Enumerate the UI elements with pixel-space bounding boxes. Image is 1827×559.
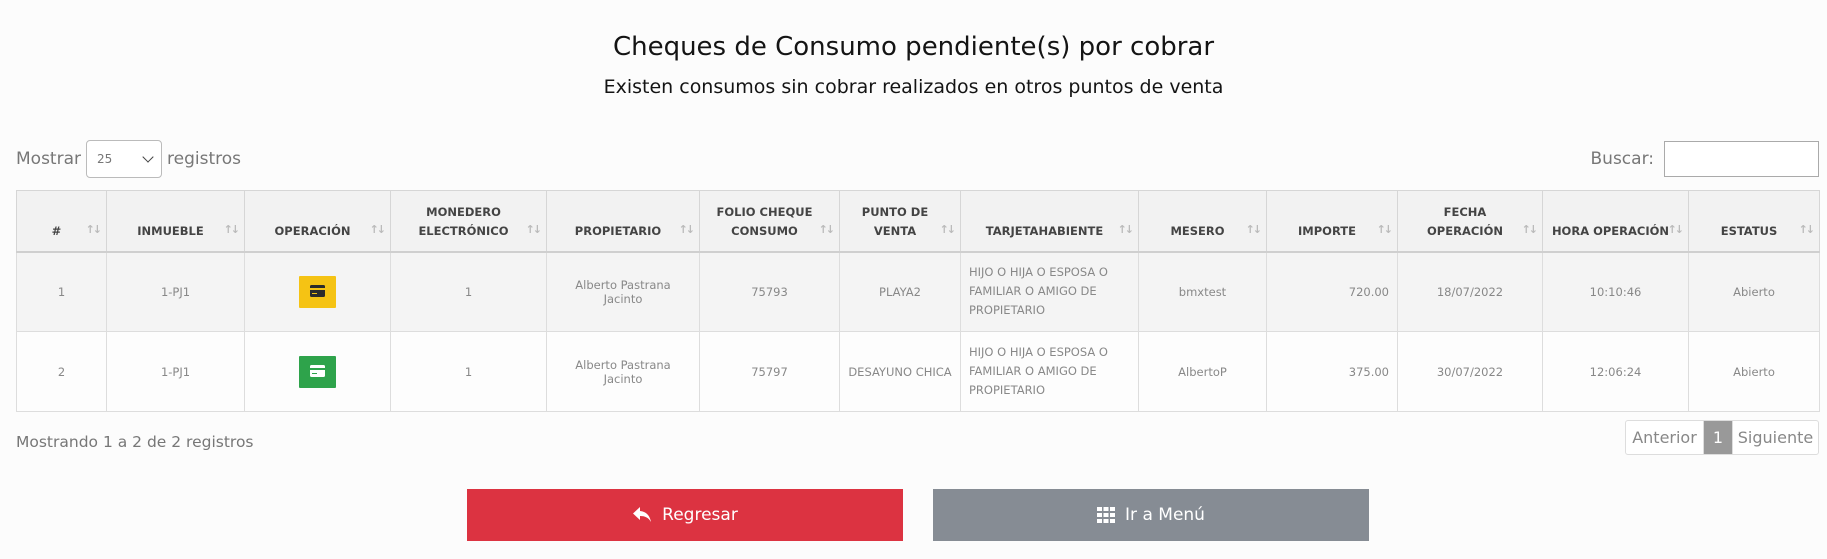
pagination-next[interactable]: Siguiente — [1732, 421, 1818, 454]
pagination-previous[interactable]: Anterior — [1626, 421, 1704, 454]
menu-button-label: Ir a Menú — [1125, 505, 1205, 525]
length-suffix-label: registros — [167, 149, 241, 169]
page-length-control: Mostrar 25 registros — [16, 140, 241, 178]
column-header-label: MONEDERO ELECTRÓNICO — [418, 204, 509, 238]
cell-fecha: 18/07/2022 — [1397, 251, 1543, 332]
column-header-punto-venta[interactable]: PUNTO DE VENTA ↑↓ — [839, 190, 961, 253]
grid-icon — [1097, 507, 1116, 523]
sort-icon: ↑↓ — [223, 222, 241, 236]
column-header-monedero[interactable]: MONEDERO ELECTRÓNICO ↑↓ — [390, 190, 547, 253]
cell-operacion — [244, 331, 391, 412]
cell-hora: 10:10:46 — [1542, 251, 1689, 332]
column-header-label: FOLIO CHEQUE CONSUMO — [716, 204, 813, 238]
cell-folio: 75793 — [699, 251, 840, 332]
page-length-value: 25 — [97, 152, 113, 166]
column-header-propietario[interactable]: PROPIETARIO ↑↓ — [546, 190, 700, 253]
cell-hora: 12:06:24 — [1542, 331, 1689, 412]
column-header-fecha[interactable]: FECHA OPERACIÓN ↑↓ — [1397, 190, 1543, 253]
sort-icon: ↑↓ — [525, 222, 543, 236]
column-header-mesero[interactable]: MESERO ↑↓ — [1138, 190, 1267, 253]
table-row: 1 1-PJ1 1 Alberto Pastrana Jacinto 75793… — [16, 251, 1820, 332]
cell-estatus: Abierto — [1688, 331, 1820, 412]
column-header-label: MESERO — [1170, 223, 1225, 238]
column-header-label: TARJETAHABIENTE — [985, 223, 1104, 238]
column-header-operacion[interactable]: OPERACIÓN ↑↓ — [244, 190, 391, 253]
column-header-label: INMUEBLE — [137, 223, 204, 238]
page-length-select[interactable]: 25 — [86, 140, 162, 178]
page-title: Cheques de Consumo pendiente(s) por cobr… — [612, 32, 1215, 62]
sort-icon: ↑↓ — [939, 222, 957, 236]
cell-monedero: 1 — [390, 331, 547, 412]
cell-importe: 375.00 — [1266, 331, 1398, 412]
column-header-folio[interactable]: FOLIO CHEQUE CONSUMO ↑↓ — [699, 190, 840, 253]
table-header-row: # ↑↓ INMUEBLE ↑↓ OPERACIÓN ↑↓ MONEDERO ELEC… — [16, 190, 1820, 253]
cell-tarjetahabiente: HIJO O HIJA O ESPOSA O FAMILIAR O AMIGO … — [960, 251, 1139, 332]
search-label: Buscar: — [1590, 149, 1654, 169]
search-control: Buscar: — [1591, 140, 1819, 178]
column-header-label: OPERACIÓN — [274, 223, 351, 238]
cell-punto-venta: PLAYA2 — [839, 251, 961, 332]
cell-inmueble: 1-PJ1 — [106, 331, 245, 412]
column-header-label: # — [51, 223, 62, 238]
column-header-estatus[interactable]: ESTATUS ↑↓ — [1688, 190, 1820, 253]
search-input[interactable] — [1664, 141, 1819, 177]
column-header-label: HORA OPERACIÓN — [1551, 223, 1670, 238]
column-header-importe[interactable]: IMPORTE ↑↓ — [1266, 190, 1398, 253]
back-button[interactable]: Regresar — [467, 489, 903, 541]
cell-propietario: Alberto Pastrana Jacinto — [546, 251, 700, 332]
cell-estatus: Abierto — [1688, 251, 1820, 332]
cell-tarjetahabiente: HIJO O HIJA O ESPOSA O FAMILIAR O AMIGO … — [960, 331, 1139, 412]
checks-table: # ↑↓ INMUEBLE ↑↓ OPERACIÓN ↑↓ MONEDERO ELEC… — [16, 190, 1820, 412]
column-header-label: PROPIETARIO — [574, 223, 662, 238]
sort-icon: ↑↓ — [1798, 222, 1816, 236]
sort-icon: ↑↓ — [678, 222, 696, 236]
credit-card-icon[interactable] — [299, 355, 336, 388]
cell-propietario: Alberto Pastrana Jacinto — [546, 331, 700, 412]
reply-icon — [632, 506, 652, 524]
column-header-label: ESTATUS — [1720, 223, 1778, 238]
table-info: Mostrando 1 a 2 de 2 registros — [16, 433, 254, 451]
cell-inmueble: 1-PJ1 — [106, 251, 245, 332]
cell-monedero: 1 — [390, 251, 547, 332]
back-button-label: Regresar — [662, 505, 738, 525]
table-row: 2 1-PJ1 1 Alberto Pastrana Jacinto 75797… — [16, 331, 1820, 412]
sort-icon: ↑↓ — [818, 222, 836, 236]
cell-punto-venta: DESAYUNO CHICA — [839, 331, 961, 412]
cell-fecha: 30/07/2022 — [1397, 331, 1543, 412]
column-header-tarjetahabiente[interactable]: TARJETAHABIENTE ↑↓ — [960, 190, 1139, 253]
menu-button[interactable]: Ir a Menú — [933, 489, 1369, 541]
sort-icon: ↑↓ — [1521, 222, 1539, 236]
cell-importe: 720.00 — [1266, 251, 1398, 332]
cell-operacion — [244, 251, 391, 332]
page-subtitle: Existen consumos sin cobrar realizados e… — [603, 76, 1224, 98]
sort-icon: ↑↓ — [85, 222, 103, 236]
column-header-hora[interactable]: HORA OPERACIÓN ↑↓ — [1542, 190, 1689, 253]
cell-mesero: AlbertoP — [1138, 331, 1267, 412]
sort-icon: ↑↓ — [1117, 222, 1135, 236]
sort-icon: ↑↓ — [1667, 222, 1685, 236]
cell-number: 1 — [16, 251, 107, 332]
column-header-number[interactable]: # ↑↓ — [16, 190, 107, 253]
column-header-label: PUNTO DE VENTA — [861, 204, 929, 238]
credit-card-icon[interactable] — [299, 275, 336, 308]
sort-icon: ↑↓ — [369, 222, 387, 236]
cell-mesero: bmxtest — [1138, 251, 1267, 332]
sort-icon: ↑↓ — [1245, 222, 1263, 236]
pagination: Anterior 1 Siguiente — [1625, 420, 1819, 455]
column-header-label: IMPORTE — [1298, 223, 1356, 238]
cell-number: 2 — [16, 331, 107, 412]
page: Cheques de Consumo pendiente(s) por cobr… — [0, 0, 1827, 559]
pagination-page-current[interactable]: 1 — [1704, 421, 1732, 454]
column-header-inmueble[interactable]: INMUEBLE ↑↓ — [106, 190, 245, 253]
length-prefix-label: Mostrar — [16, 149, 81, 169]
column-header-label: FECHA OPERACIÓN — [1427, 204, 1503, 238]
chevron-down-icon — [142, 151, 154, 163]
sort-icon: ↑↓ — [1376, 222, 1394, 236]
cell-folio: 75797 — [699, 331, 840, 412]
